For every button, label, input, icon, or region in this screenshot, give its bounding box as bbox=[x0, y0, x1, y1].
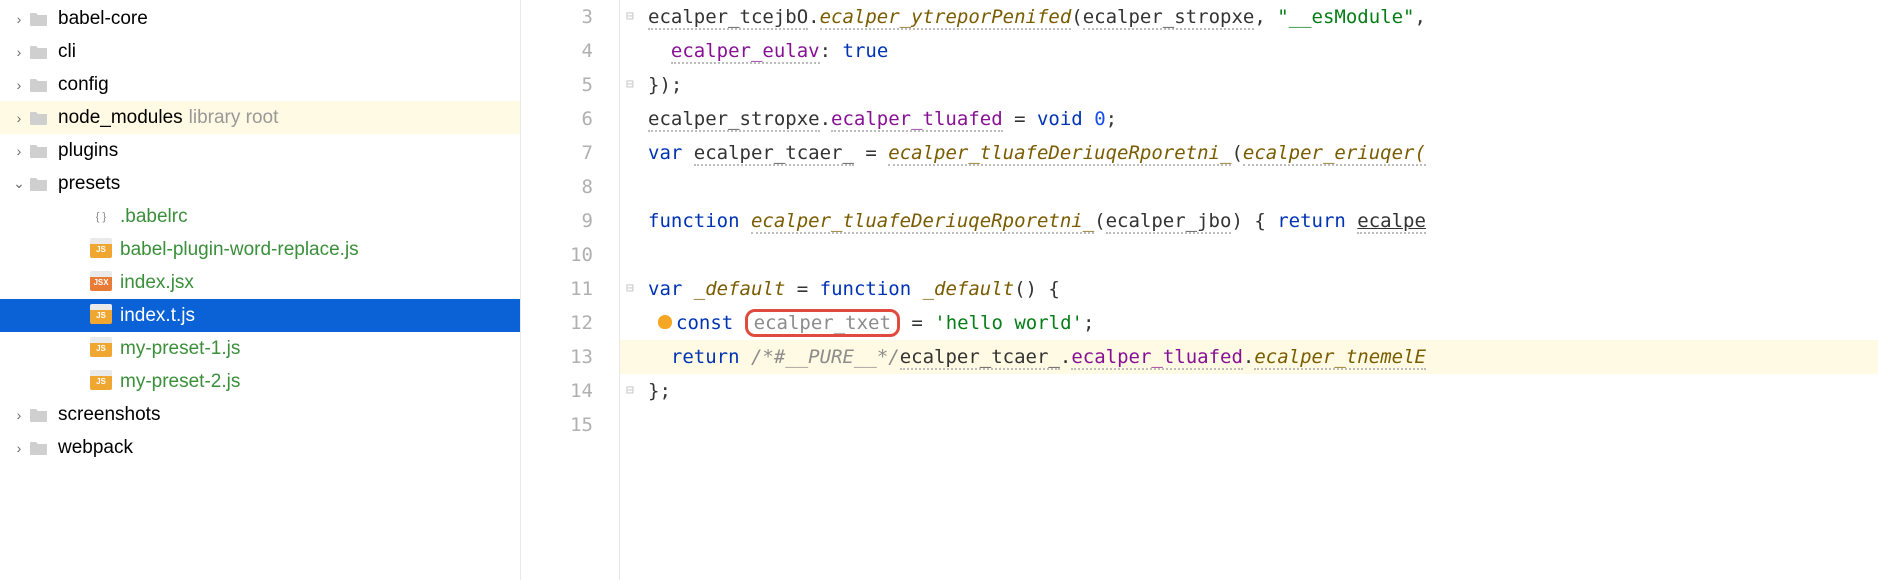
line-number[interactable]: 10 bbox=[521, 238, 593, 272]
folder-icon bbox=[28, 109, 50, 127]
code-line[interactable] bbox=[620, 170, 1878, 204]
code-line[interactable]: ⊟var _default = function _default() { bbox=[620, 272, 1878, 306]
chevron-right-icon[interactable]: › bbox=[10, 143, 28, 159]
code-line[interactable]: function ecalper_tluafeDeriuqeRporetni_(… bbox=[620, 204, 1878, 238]
tree-file[interactable]: { } .babelrc bbox=[0, 200, 520, 233]
tree-file[interactable]: JS my-preset-2.js bbox=[0, 365, 520, 398]
tree-item-label: babel-core bbox=[58, 8, 148, 30]
tree-item-label: webpack bbox=[58, 437, 133, 459]
code-line[interactable]: ⊟}); bbox=[620, 68, 1878, 102]
config-file-icon: { } bbox=[90, 208, 112, 226]
tree-file[interactable]: JS my-preset-1.js bbox=[0, 332, 520, 365]
line-number[interactable]: 5 bbox=[521, 68, 593, 102]
token-method: ecalper_ytreporPenifed bbox=[820, 6, 1072, 30]
code-line[interactable]: const ecalper_txet = 'hello world'; bbox=[620, 306, 1878, 340]
line-number-gutter: 3456789101112131415 bbox=[520, 0, 620, 580]
token-string: "__esModule" bbox=[1277, 6, 1414, 28]
folder-icon bbox=[28, 439, 50, 457]
js-file-icon: JS bbox=[90, 374, 112, 390]
highlighted-identifier[interactable]: ecalper_txet bbox=[745, 309, 900, 337]
file-tree-sidebar[interactable]: › babel-core › cli › config › node_modules libra… bbox=[0, 0, 520, 580]
chevron-right-icon[interactable]: › bbox=[10, 407, 28, 423]
chevron-down-icon[interactable]: ⌄ bbox=[10, 175, 28, 192]
js-file-icon: JS bbox=[90, 308, 112, 324]
folder-icon bbox=[28, 142, 50, 160]
fold-end-icon: ⊟ bbox=[626, 68, 634, 102]
tree-item-label: index.t.js bbox=[120, 305, 195, 327]
tree-item-label: index.jsx bbox=[120, 272, 194, 294]
line-number[interactable]: 11 bbox=[521, 272, 593, 306]
folder-icon bbox=[28, 10, 50, 28]
code-line[interactable] bbox=[620, 238, 1878, 272]
code-line[interactable] bbox=[620, 408, 1878, 442]
code-line[interactable]: ⊟}; bbox=[620, 374, 1878, 408]
token-number: 0 bbox=[1094, 108, 1105, 130]
line-number[interactable]: 7 bbox=[521, 136, 593, 170]
tree-folder[interactable]: ⌄ presets bbox=[0, 167, 520, 200]
line-number[interactable]: 4 bbox=[521, 34, 593, 68]
folder-icon bbox=[28, 175, 50, 193]
chevron-right-icon[interactable]: › bbox=[10, 11, 28, 27]
folder-icon bbox=[28, 43, 50, 61]
tree-item-hint: library root bbox=[189, 107, 279, 129]
code-line-current[interactable]: return /*#__PURE__*/ecalper_tcaer_.ecalp… bbox=[620, 340, 1878, 374]
tree-item-label: node_modules bbox=[58, 107, 183, 129]
tree-file[interactable]: JS index.t.js bbox=[0, 299, 520, 332]
js-file-icon: JS bbox=[90, 341, 112, 357]
tree-item-label: .babelrc bbox=[120, 206, 188, 228]
line-number[interactable]: 6 bbox=[521, 102, 593, 136]
code-line[interactable]: ecalper_stropxe.ecalper_tluafed = void 0… bbox=[620, 102, 1878, 136]
line-number[interactable]: 9 bbox=[521, 204, 593, 238]
jsx-file-icon: JSX bbox=[90, 275, 112, 291]
tree-file[interactable]: JS babel-plugin-word-replace.js bbox=[0, 233, 520, 266]
code-line[interactable]: ⊟ecalper_tcejbO.ecalper_ytreporPenifed(e… bbox=[620, 0, 1878, 34]
tree-item-label: plugins bbox=[58, 140, 118, 162]
chevron-right-icon[interactable]: › bbox=[10, 77, 28, 93]
tree-item-label: config bbox=[58, 74, 109, 96]
token-comment: /*#__PURE__*/ bbox=[751, 346, 900, 368]
chevron-right-icon[interactable]: › bbox=[10, 44, 28, 60]
tree-folder[interactable]: › plugins bbox=[0, 134, 520, 167]
token-keyword: true bbox=[843, 40, 889, 62]
token-property: ecalper_eulav bbox=[671, 40, 820, 64]
fold-end-icon: ⊟ bbox=[626, 374, 634, 408]
token-object: ecalper_tcejbO bbox=[648, 6, 808, 30]
folder-icon bbox=[28, 406, 50, 424]
line-number[interactable]: 12 bbox=[521, 306, 593, 340]
tree-file[interactable]: JSX index.jsx bbox=[0, 266, 520, 299]
line-number[interactable]: 15 bbox=[521, 408, 593, 442]
lightbulb-icon[interactable] bbox=[658, 315, 672, 329]
chevron-right-icon[interactable]: › bbox=[10, 110, 28, 126]
line-number[interactable]: 14 bbox=[521, 374, 593, 408]
tree-folder[interactable]: › babel-core bbox=[0, 2, 520, 35]
line-number[interactable]: 3 bbox=[521, 0, 593, 34]
code-editor[interactable]: 3456789101112131415 ⊟ecalper_tcejbO.ecal… bbox=[520, 0, 1878, 580]
tree-folder[interactable]: › cli bbox=[0, 35, 520, 68]
tree-folder[interactable]: › webpack bbox=[0, 431, 520, 464]
line-number[interactable]: 8 bbox=[521, 170, 593, 204]
code-line[interactable]: ecalper_eulav: true bbox=[620, 34, 1878, 68]
tree-item-label: my-preset-1.js bbox=[120, 338, 240, 360]
code-area[interactable]: ⊟ecalper_tcejbO.ecalper_ytreporPenifed(e… bbox=[620, 0, 1878, 580]
chevron-right-icon[interactable]: › bbox=[10, 440, 28, 456]
tree-folder[interactable]: › screenshots bbox=[0, 398, 520, 431]
tree-folder[interactable]: › config bbox=[0, 68, 520, 101]
fold-icon[interactable]: ⊟ bbox=[626, 272, 634, 306]
code-line[interactable]: var ecalper_tcaer_ = ecalper_tluafeDeriu… bbox=[620, 136, 1878, 170]
tree-item-label: babel-plugin-word-replace.js bbox=[120, 239, 359, 261]
js-file-icon: JS bbox=[90, 242, 112, 258]
folder-icon bbox=[28, 76, 50, 94]
tree-item-label: my-preset-2.js bbox=[120, 371, 240, 393]
fold-icon[interactable]: ⊟ bbox=[626, 0, 634, 34]
tree-item-label: screenshots bbox=[58, 404, 160, 426]
tree-item-label: cli bbox=[58, 41, 76, 63]
tree-item-label: presets bbox=[58, 173, 120, 195]
line-number[interactable]: 13 bbox=[521, 340, 593, 374]
tree-folder[interactable]: › node_modules library root bbox=[0, 101, 520, 134]
